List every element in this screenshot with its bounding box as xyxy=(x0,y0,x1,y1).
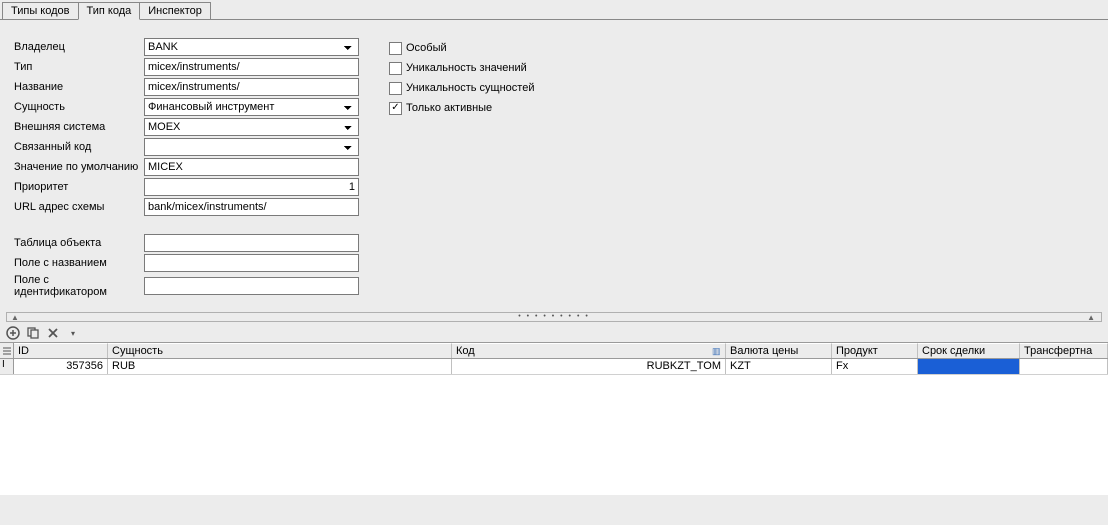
name-field-label: Поле с названием xyxy=(14,257,144,269)
cell-product[interactable]: Fx xyxy=(832,359,918,374)
col-header-code-label: Код xyxy=(456,345,475,357)
chevron-up-icon: ▲ xyxy=(1087,313,1097,322)
grid-header: ID Сущность Код ▥ Валюта цены Продукт Ср… xyxy=(0,343,1108,359)
special-checkbox[interactable] xyxy=(389,42,402,55)
entity-label: Сущность xyxy=(14,101,144,113)
external-system-select[interactable]: MOEX xyxy=(144,118,359,136)
active-only-label: Только активные xyxy=(406,102,492,114)
owner-label: Владелец xyxy=(14,41,144,53)
active-only-checkbox[interactable] xyxy=(389,102,402,115)
entity-select[interactable]: Финансовый инструмент xyxy=(144,98,359,116)
data-grid: ID Сущность Код ▥ Валюта цены Продукт Ср… xyxy=(0,342,1108,495)
grip-icon: • • • • • • • • • xyxy=(518,313,590,322)
cell-entity[interactable]: RUB xyxy=(108,359,452,374)
col-header-id[interactable]: ID xyxy=(14,343,108,358)
cell-deal-term[interactable] xyxy=(918,359,1020,374)
default-value-label: Значение по умолчанию xyxy=(14,161,144,173)
grid-corner[interactable] xyxy=(0,343,14,358)
copy-button[interactable] xyxy=(26,326,40,340)
filter-icon[interactable]: ▥ xyxy=(712,346,722,356)
name-input[interactable] xyxy=(144,78,359,96)
owner-select[interactable]: BANK xyxy=(144,38,359,56)
tab-code-types[interactable]: Типы кодов xyxy=(2,2,79,19)
id-field-label: Поле с идентификатором xyxy=(14,274,144,298)
cell-price-currency[interactable]: KZT xyxy=(726,359,832,374)
unique-entities-checkbox[interactable] xyxy=(389,82,402,95)
chevron-up-icon: ▲ xyxy=(11,313,21,322)
object-table-input[interactable] xyxy=(144,234,359,252)
splitter[interactable]: ▲ • • • • • • • • • ▲ xyxy=(6,312,1102,322)
linked-code-select[interactable] xyxy=(144,138,359,156)
col-header-product[interactable]: Продукт xyxy=(832,343,918,358)
delete-button[interactable] xyxy=(46,326,60,340)
priority-input[interactable] xyxy=(144,178,359,196)
name-label: Название xyxy=(14,81,144,93)
type-input[interactable] xyxy=(144,58,359,76)
grid-toolbar: ▾ xyxy=(0,324,1108,342)
name-field-input[interactable] xyxy=(144,254,359,272)
dropdown-icon[interactable]: ▾ xyxy=(66,326,80,340)
linked-code-label: Связанный код xyxy=(14,141,144,153)
unique-values-checkbox[interactable] xyxy=(389,62,402,75)
tab-bar: Типы кодов Тип кода Инспектор xyxy=(0,0,1108,20)
default-value-input[interactable] xyxy=(144,158,359,176)
grid-empty-area xyxy=(0,375,1108,495)
object-table-label: Таблица объекта xyxy=(14,237,144,249)
tab-code-type[interactable]: Тип кода xyxy=(78,2,141,20)
url-scheme-label: URL адрес схемы xyxy=(14,201,144,213)
form-area: Владелец BANK Тип Название Сущность Фина… xyxy=(0,20,1108,308)
unique-values-label: Уникальность значений xyxy=(406,62,527,74)
menu-icon xyxy=(2,346,12,356)
form-left-column: Владелец BANK Тип Название Сущность Фина… xyxy=(14,38,359,298)
col-header-entity[interactable]: Сущность xyxy=(108,343,452,358)
external-system-label: Внешняя система xyxy=(14,121,144,133)
col-header-code[interactable]: Код ▥ xyxy=(452,343,726,358)
table-row[interactable]: 357356 RUB RUBKZT_TOM KZT Fx xyxy=(0,359,1108,375)
col-header-price-currency[interactable]: Валюта цены xyxy=(726,343,832,358)
cell-id[interactable]: 357356 xyxy=(14,359,108,374)
tab-inspector[interactable]: Инспектор xyxy=(139,2,211,19)
cell-transfer[interactable] xyxy=(1020,359,1108,374)
form-right-column: Особый Уникальность значений Уникальност… xyxy=(389,38,534,298)
priority-label: Приоритет xyxy=(14,181,144,193)
type-label: Тип xyxy=(14,61,144,73)
col-header-deal-term[interactable]: Срок сделки xyxy=(918,343,1020,358)
col-header-transfer[interactable]: Трансфертна xyxy=(1020,343,1108,358)
row-indicator[interactable] xyxy=(0,359,14,374)
add-button[interactable] xyxy=(6,326,20,340)
url-scheme-input[interactable] xyxy=(144,198,359,216)
special-checkbox-label: Особый xyxy=(406,42,447,54)
cell-code[interactable]: RUBKZT_TOM xyxy=(452,359,726,374)
unique-entities-label: Уникальность сущностей xyxy=(406,82,534,94)
id-field-input[interactable] xyxy=(144,277,359,295)
